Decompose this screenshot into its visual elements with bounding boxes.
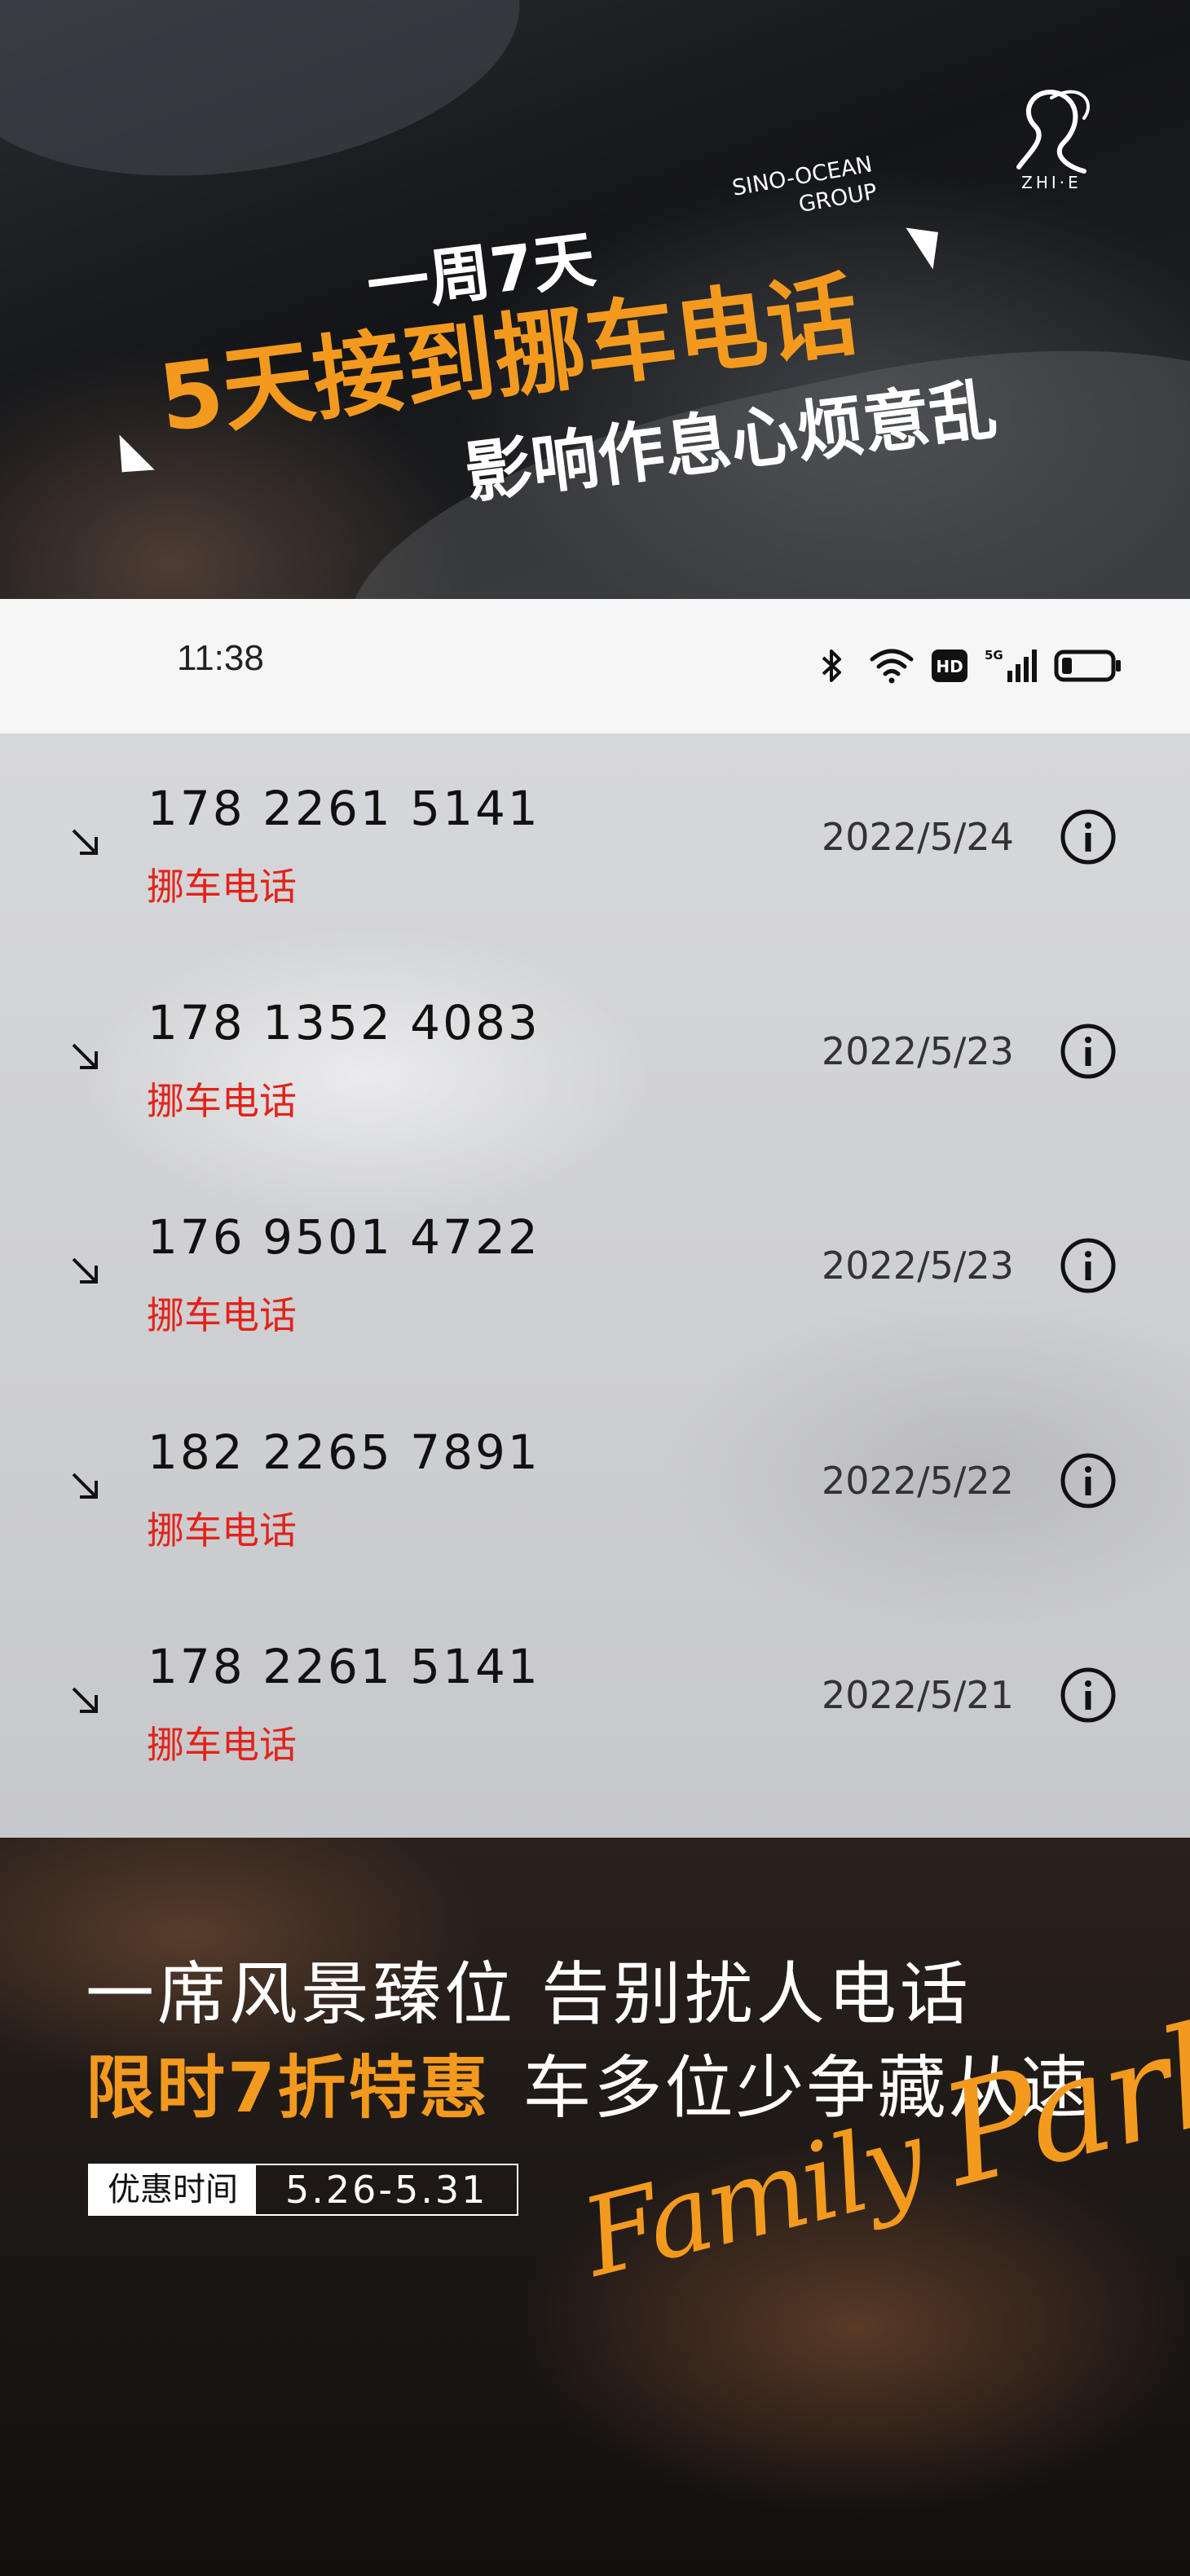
status-bar: 11:38 HD 5G: [0, 599, 1190, 733]
incoming-call-arrow-icon: [72, 1043, 98, 1069]
5g-signal-icon: 5G: [985, 648, 1037, 682]
phone-number: 176 9501 4722: [148, 1209, 540, 1265]
incoming-call-arrow-icon: [72, 1473, 98, 1499]
info-icon[interactable]: [1060, 1452, 1117, 1509]
status-time: 11:38: [177, 638, 264, 678]
call-date: 2022/5/21: [822, 1673, 1014, 1717]
promo-highlight: 限时7折特惠: [86, 2048, 491, 2128]
call-row[interactable]: 182 2265 7891 挪车电话 2022/5/22: [0, 1377, 1190, 1592]
bluetooth-icon: [822, 650, 841, 682]
call-tag: 挪车电话: [147, 1079, 297, 1123]
call-date: 2022/5/23: [822, 1244, 1014, 1288]
corner-mark: [119, 432, 155, 473]
badge-value: 5.26-5.31: [285, 2168, 488, 2212]
call-tag: 挪车电话: [147, 1293, 297, 1337]
corner-mark: [900, 227, 939, 270]
info-icon[interactable]: [1060, 1237, 1117, 1294]
call-row[interactable]: 176 9501 4722 挪车电话 2022/5/23: [0, 1162, 1190, 1377]
hd-icon: HD: [932, 650, 967, 682]
call-tag: 挪车电话: [147, 1723, 297, 1767]
call-tag: 挪车电话: [147, 865, 297, 909]
info-icon[interactable]: [1060, 808, 1117, 865]
call-row[interactable]: 178 1352 4083 挪车电话 2022/5/23: [0, 948, 1190, 1163]
badge-label: 优惠时间: [90, 2165, 256, 2214]
call-log: 178 2261 5141 挪车电话 2022/5/24 178 1352 40…: [0, 733, 1190, 1838]
call-date: 2022/5/22: [822, 1459, 1014, 1503]
background-shape: [0, 0, 538, 210]
svg-text:HD: HD: [936, 657, 963, 676]
phone-number: 182 2265 7891: [148, 1425, 540, 1480]
logo-text: ZHI·E: [1021, 173, 1082, 192]
phone-number: 178 2261 5141: [148, 1639, 540, 1694]
wifi-icon: [870, 649, 914, 684]
promo-line-1: 一席风景臻位 告别扰人电话: [86, 1954, 972, 2034]
call-row[interactable]: 178 2261 5141 挪车电话 2022/5/24: [0, 733, 1190, 949]
call-row[interactable]: 178 2261 5141 挪车电话 2022/5/21: [0, 1592, 1190, 1807]
info-icon[interactable]: [1060, 1023, 1117, 1080]
svg-text:5G: 5G: [985, 648, 1003, 663]
call-date: 2022/5/23: [822, 1029, 1014, 1073]
promo-period-badge: 优惠时间 5.26-5.31: [88, 2164, 519, 2216]
info-icon[interactable]: [1060, 1667, 1117, 1724]
call-date: 2022/5/24: [822, 815, 1014, 859]
top-banner: ZHI·E SINO-OCEAN GROUP 一周7天 5天接到挪车电话 影响作…: [0, 0, 1190, 599]
promo-section: 一席风景臻位 告别扰人电话 限时7折特惠 车多位少争藏从速 优惠时间 5.26-5…: [0, 1838, 1190, 2576]
incoming-call-arrow-icon: [72, 1687, 98, 1713]
incoming-call-arrow-icon: [72, 1257, 98, 1284]
brand-name: SINO-OCEAN GROUP: [709, 151, 879, 234]
phone-number: 178 1352 4083: [148, 995, 540, 1050]
call-tag: 挪车电话: [147, 1508, 297, 1552]
battery-icon: [1054, 650, 1121, 682]
phone-number: 178 2261 5141: [148, 781, 540, 836]
incoming-call-arrow-icon: [72, 829, 98, 855]
